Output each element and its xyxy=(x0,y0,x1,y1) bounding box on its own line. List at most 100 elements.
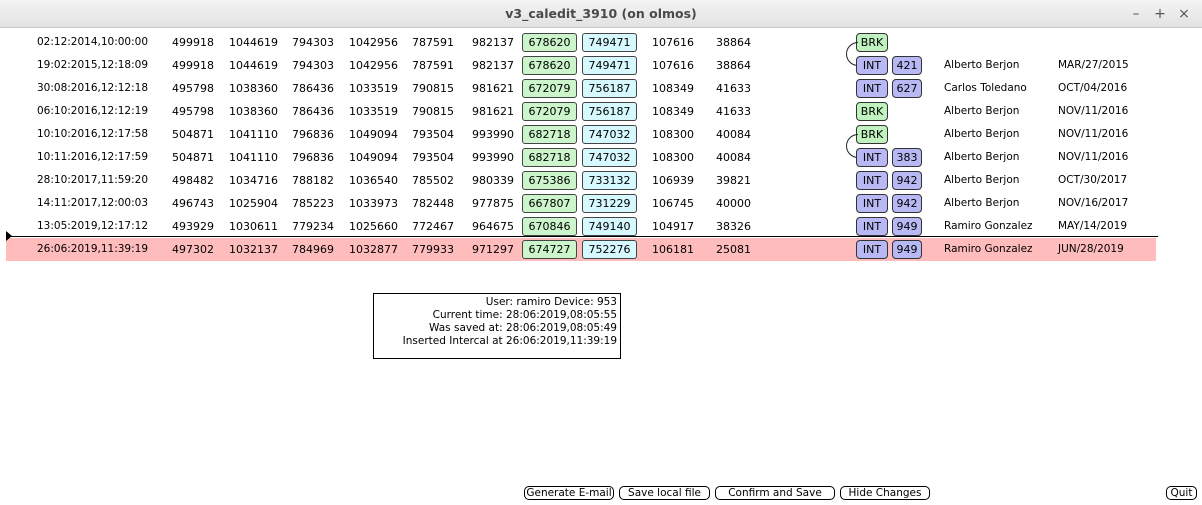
row-green-value[interactable]: 678620 xyxy=(522,56,577,75)
row-type-badge[interactable]: INT xyxy=(856,171,888,190)
row-cyan-value[interactable]: 749471 xyxy=(582,33,637,52)
row-type-badge[interactable]: INT xyxy=(856,148,888,167)
table-row[interactable]: 28:10:2017,11:59:20 498482 1034716 788182 10… xyxy=(6,169,1156,192)
row-saved-date: OCT/30/2017 xyxy=(1058,174,1128,186)
quit-button[interactable]: Quit xyxy=(1166,486,1197,500)
row-green-value[interactable]: 675386 xyxy=(522,171,577,190)
row-cyan-value[interactable]: 756187 xyxy=(582,79,637,98)
row-user: Ramiro Gonzalez xyxy=(944,220,1033,232)
row-green-value[interactable]: 670846 xyxy=(522,217,577,236)
table-row[interactable]: 10:11:2016,12:17:59 504871 1041110 796836 10… xyxy=(6,146,1156,169)
row-number-badge[interactable]: 942 xyxy=(892,194,922,213)
row-number-badge[interactable]: 942 xyxy=(892,171,922,190)
row-saved-date: NOV/11/2016 xyxy=(1058,105,1129,117)
row-type-badge[interactable]: INT xyxy=(856,240,888,259)
row-value-7: 107616 xyxy=(652,59,694,72)
row-saved-date: NOV/11/2016 xyxy=(1058,128,1129,140)
row-number-badge[interactable]: 949 xyxy=(892,240,922,259)
row-date: 13:05:2019,12:17:12 xyxy=(37,220,149,232)
row-value-5: 787591 xyxy=(412,59,454,72)
row-value-5: 785502 xyxy=(412,174,454,187)
row-value-2: 1032137 xyxy=(229,243,278,256)
row-type-badge[interactable]: INT xyxy=(856,217,888,236)
row-value-6: 977875 xyxy=(472,197,514,210)
row-green-value[interactable]: 678620 xyxy=(522,33,577,52)
row-value-3: 784969 xyxy=(292,243,334,256)
table-row[interactable]: 30:08:2016,12:12:18 495798 1038360 786436 10… xyxy=(6,77,1156,100)
row-cyan-value[interactable]: 731229 xyxy=(582,194,637,213)
row-value-5: 793504 xyxy=(412,128,454,141)
row-green-value[interactable]: 667807 xyxy=(522,194,577,213)
row-value-4: 1049094 xyxy=(349,128,398,141)
row-value-1: 499918 xyxy=(172,59,214,72)
row-value-2: 1041110 xyxy=(229,128,278,141)
table-row[interactable]: 13:05:2019,12:17:12 493929 1030611 779234 10… xyxy=(6,215,1156,238)
hide-changes-button[interactable]: Hide Changes xyxy=(840,486,930,500)
row-saved-date: JUN/28/2019 xyxy=(1058,243,1124,255)
row-green-value[interactable]: 682718 xyxy=(522,125,577,144)
row-cyan-value[interactable]: 749140 xyxy=(582,217,637,236)
maximize-icon[interactable]: + xyxy=(1150,4,1170,24)
row-value-5: 793504 xyxy=(412,151,454,164)
info-inserted: Inserted Intercal at 26:06:2019,11:39:19 xyxy=(402,335,617,347)
row-value-8: 40084 xyxy=(716,128,751,141)
row-value-2: 1038360 xyxy=(229,82,278,95)
row-value-4: 1033519 xyxy=(349,82,398,95)
row-cyan-value[interactable]: 752276 xyxy=(582,240,637,259)
save-local-file-button[interactable]: Save local file xyxy=(619,486,710,500)
row-saved-date: OCT/04/2016 xyxy=(1058,82,1128,94)
row-user: Alberto Berjon xyxy=(944,128,1020,140)
row-value-6: 981621 xyxy=(472,82,514,95)
row-number-badge[interactable]: 383 xyxy=(892,148,922,167)
table-row[interactable]: 14:11:2017,12:00:03 496743 1025904 785223 10… xyxy=(6,192,1156,215)
close-icon[interactable]: × xyxy=(1174,4,1194,24)
row-green-value[interactable]: 672079 xyxy=(522,102,577,121)
row-number-badge[interactable]: 627 xyxy=(892,79,922,98)
row-cyan-value[interactable]: 749471 xyxy=(582,56,637,75)
row-value-8: 40000 xyxy=(716,197,751,210)
row-value-8: 39821 xyxy=(716,174,751,187)
row-value-7: 106181 xyxy=(652,243,694,256)
window-title: v3_caledit_3910 (on olmos) xyxy=(505,6,697,21)
row-value-8: 41633 xyxy=(716,82,751,95)
table-row[interactable]: 26:06:2019,11:39:19 497302 1032137 784969 10… xyxy=(6,238,1156,261)
row-date: 28:10:2017,11:59:20 xyxy=(37,174,149,186)
generate-email-button[interactable]: Generate E-mail xyxy=(524,486,614,500)
row-value-2: 1044619 xyxy=(229,36,278,49)
row-value-3: 796836 xyxy=(292,128,334,141)
table-row[interactable]: 02:12:2014,10:00:00 499918 1044619 794303 10… xyxy=(6,31,1156,66)
row-cyan-value[interactable]: 756187 xyxy=(582,102,637,121)
row-user: Carlos Toledano xyxy=(944,82,1027,94)
row-value-3: 779234 xyxy=(292,220,334,233)
row-cyan-value[interactable]: 733132 xyxy=(582,171,637,190)
row-type-badge[interactable]: INT xyxy=(856,194,888,213)
row-value-3: 794303 xyxy=(292,59,334,72)
row-number-badge[interactable]: 949 xyxy=(892,217,922,236)
row-type-badge[interactable]: INT xyxy=(856,79,888,98)
confirm-and-save-button[interactable]: Confirm and Save xyxy=(715,486,835,500)
row-type-badge[interactable]: BRK xyxy=(856,125,888,144)
row-value-7: 104917 xyxy=(652,220,694,233)
row-value-8: 25081 xyxy=(716,243,751,256)
row-value-2: 1041110 xyxy=(229,151,278,164)
row-cyan-value[interactable]: 747032 xyxy=(582,148,637,167)
row-green-value[interactable]: 672079 xyxy=(522,79,577,98)
row-value-6: 964675 xyxy=(472,220,514,233)
minimize-icon[interactable]: – xyxy=(1126,4,1146,24)
title-bar[interactable]: v3_caledit_3910 (on olmos) – + × xyxy=(0,0,1202,28)
row-number-badge[interactable]: 421 xyxy=(892,56,922,75)
table-row[interactable]: 10:10:2016,12:17:58 504871 1041110 796836 10… xyxy=(6,123,1156,158)
row-type-badge[interactable]: BRK xyxy=(856,102,888,121)
row-type-badge[interactable]: BRK xyxy=(856,33,888,52)
row-date: 19:02:2015,12:18:09 xyxy=(37,59,149,71)
row-type-badge[interactable]: INT xyxy=(856,56,888,75)
row-green-value[interactable]: 682718 xyxy=(522,148,577,167)
row-value-6: 993990 xyxy=(472,151,514,164)
table-row[interactable]: 06:10:2016,12:12:19 495798 1038360 786436 10… xyxy=(6,100,1156,123)
table-row[interactable]: 19:02:2015,12:18:09 499918 1044619 794303 10… xyxy=(6,54,1156,77)
row-green-value[interactable]: 674727 xyxy=(522,240,577,259)
row-date: 10:10:2016,12:17:58 xyxy=(37,128,149,140)
row-cyan-value[interactable]: 747032 xyxy=(582,125,637,144)
row-value-8: 38326 xyxy=(716,220,751,233)
row-value-4: 1032877 xyxy=(349,243,398,256)
